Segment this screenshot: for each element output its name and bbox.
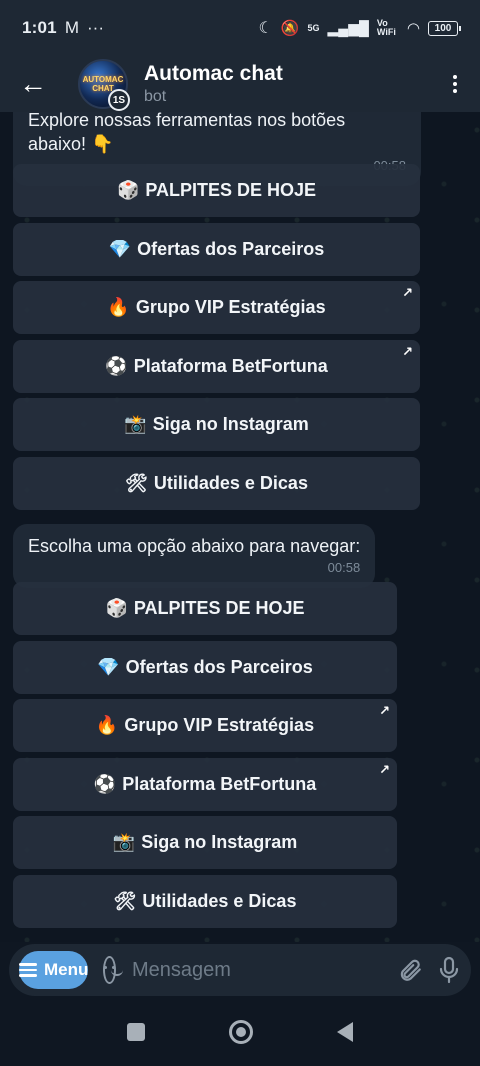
fire-icon: 🔥 [95,715,119,735]
kb-button-instagram[interactable]: 📸 Siga no Instagram [13,398,420,451]
fire-icon: 🔥 [107,297,130,317]
soccer-ball-icon: ⚽ [105,356,128,376]
recents-icon[interactable] [127,1023,145,1041]
message-input-bar: Menu [9,944,471,996]
network-label: 5G [307,23,320,33]
external-link-icon: ↗ [402,285,413,300]
back-arrow-icon: ← [19,68,47,99]
kb-button-utilidades[interactable]: 🛠 Utilidades e Dicas [13,457,420,510]
kb-button-utilidades[interactable]: 🛠 Utilidades e Dicas [13,875,397,928]
diamond-icon: 💎 [108,239,132,259]
kb-button-ofertas[interactable]: 💎 Ofertas dos Parceiros [13,223,420,276]
mute-icon: 🔕 [280,20,300,37]
vowifi-label: Vo WiFi [376,18,396,37]
kb-button-grupo-vip[interactable]: 🔥 Grupo VIP Estratégias ↗ [13,699,397,752]
tools-icon: 🛠 [125,473,148,493]
chat-title: Automac chat [144,62,283,85]
message-input[interactable] [132,958,397,982]
kb-button-label: Ofertas dos Parceiros [137,239,325,259]
attach-icon[interactable] [397,950,423,990]
bot-menu-button[interactable]: Menu [19,951,89,989]
message-time: 00:58 [327,560,361,575]
kb-button-ofertas[interactable]: 💎 Ofertas dos Parceiros [13,641,397,694]
dice-icon: 🎲 [116,180,140,200]
avatar[interactable]: AUTOMAC CHAT 1S [78,59,130,111]
clock: 1:01 [22,18,57,37]
kb-button-label: Utilidades e Dicas [153,473,308,493]
external-link-icon: ↗ [379,762,390,777]
hamburger-icon [19,963,37,977]
external-link-icon: ↗ [379,703,390,718]
kb-button-plataforma[interactable]: ⚽ Plataforma BetFortuna ↗ [13,758,397,811]
kb-button-label: Siga no Instagram [141,832,298,852]
kb-button-label: PALPITES DE HOJE [133,598,305,618]
emoji-icon[interactable] [103,956,124,984]
back-button[interactable]: ← [0,56,66,112]
message-bubble: Escolha uma opção abaixo para navegar: 0… [13,524,376,588]
diamond-icon: 💎 [97,657,120,677]
kb-button-palpites[interactable]: 🎲 PALPITES DE HOJE [13,582,397,635]
kb-button-label: Plataforma BetFortuna [133,356,328,376]
moon-icon: ☾ [258,20,273,37]
kb-button-label: Siga no Instagram [152,414,309,434]
battery-icon: 100 [428,20,461,36]
kb-button-label: PALPITES DE HOJE [145,180,317,200]
kb-button-palpites[interactable]: 🎲 PALPITES DE HOJE [13,164,420,217]
home-icon[interactable] [229,1020,253,1044]
header-titles[interactable]: Automac chat bot [144,62,283,106]
tools-icon: 🛠 [113,891,137,911]
more-options-icon[interactable] [430,75,480,93]
auto-delete-timer-badge: 1S [108,89,130,111]
camera-icon: 📸 [124,414,147,434]
more-notifications-icon: ··· [87,18,104,37]
chat-header: ← AUTOMAC CHAT 1S Automac chat bot [0,56,480,112]
system-back-icon[interactable] [337,1022,353,1042]
chat-area[interactable]: Explore nossas ferramentas nos botões ab… [0,112,480,942]
kb-button-grupo-vip[interactable]: 🔥 Grupo VIP Estratégias ↗ [13,281,420,334]
status-bar: 1:01 M ··· ☾ 🔕 5G ▂▄▆█ Vo WiFi ◠ 100 [0,0,480,56]
signal-icon: ▂▄▆█ [327,19,369,36]
kb-button-label: Utilidades e Dicas [142,891,297,911]
kb-button-label: Ofertas dos Parceiros [125,657,313,677]
external-link-icon: ↗ [402,344,413,359]
kb-button-label: Grupo VIP Estratégias [135,297,326,317]
dice-icon: 🎲 [105,598,128,618]
gmail-icon: M [64,18,79,37]
kb-button-plataforma[interactable]: ⚽ Plataforma BetFortuna ↗ [13,340,420,393]
camera-icon: 📸 [112,832,136,852]
soccer-ball-icon: ⚽ [93,774,117,794]
menu-button-label: Menu [44,960,89,979]
message-text: Explore nossas ferramentas nos botões ab… [28,112,346,154]
message-text: Escolha uma opção abaixo para navegar: [28,536,361,556]
chat-subtitle: bot [144,88,167,105]
kb-button-label: Grupo VIP Estratégias [124,715,315,735]
microphone-icon[interactable] [437,950,461,990]
system-nav-bar [0,998,480,1066]
wifi-icon: ◠ [406,20,420,37]
kb-button-label: Plataforma BetFortuna [122,774,317,794]
kb-button-instagram[interactable]: 📸 Siga no Instagram [13,816,397,869]
